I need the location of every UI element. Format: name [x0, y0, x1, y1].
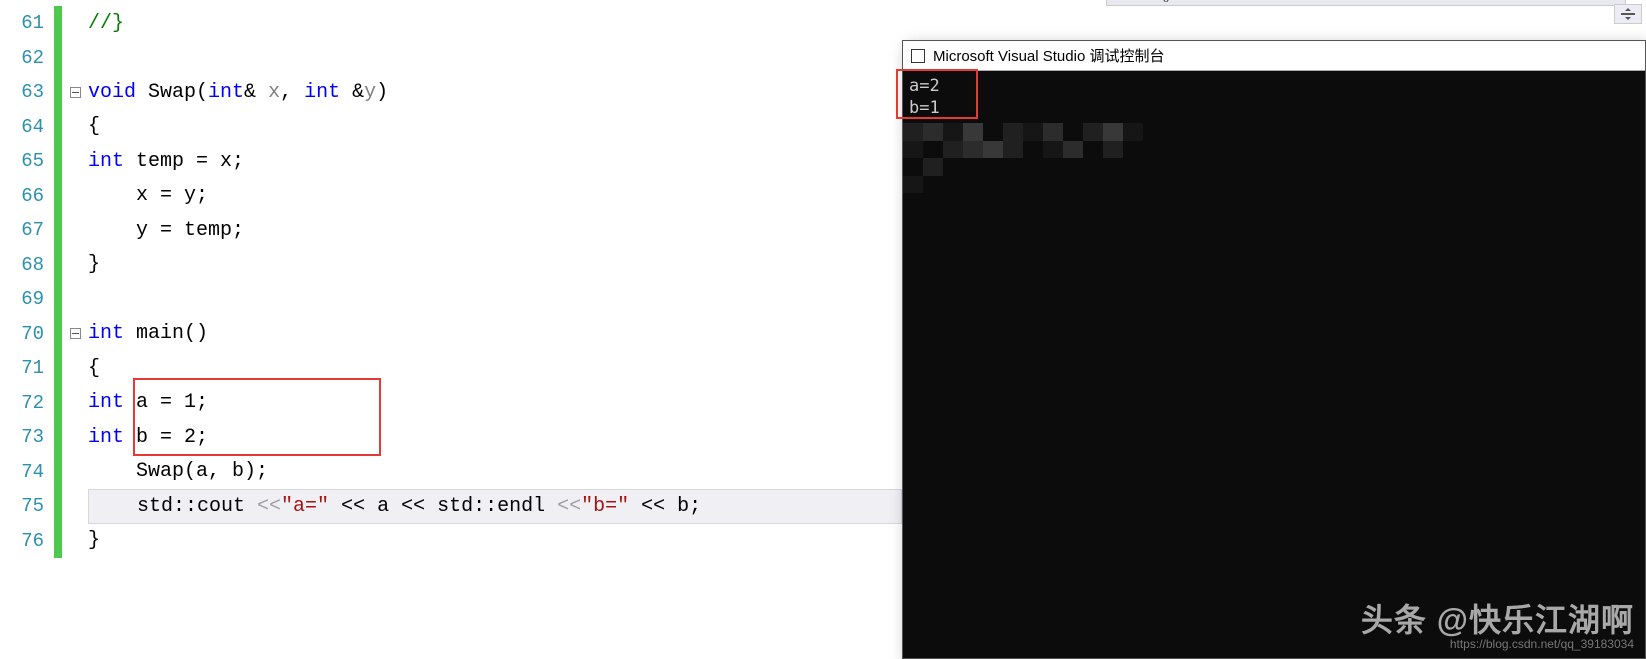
split-icon: [1621, 8, 1635, 20]
console-output-line: b=1: [909, 97, 1639, 119]
line-number: 69: [0, 288, 54, 310]
change-marker: [54, 317, 62, 352]
line-number: 73: [0, 426, 54, 448]
change-marker: [54, 489, 62, 524]
line-number: 72: [0, 392, 54, 414]
line-number: 70: [0, 323, 54, 345]
change-marker: [54, 282, 62, 317]
code-text[interactable]: Swap(a, b);: [88, 455, 902, 490]
debug-console-window[interactable]: Microsoft Visual Studio 调试控制台 a=2b=1: [902, 40, 1646, 659]
console-body[interactable]: a=2b=1: [903, 71, 1645, 658]
line-number: 75: [0, 495, 54, 517]
code-text[interactable]: int b = 2;: [88, 420, 902, 455]
line-number: 71: [0, 357, 54, 379]
code-line[interactable]: 71 {: [0, 351, 902, 386]
line-number: 62: [0, 47, 54, 69]
code-text[interactable]: int main(): [88, 317, 902, 352]
code-line[interactable]: 68}: [0, 248, 902, 283]
code-line[interactable]: 62: [0, 41, 902, 76]
code-text[interactable]: {: [88, 351, 902, 386]
line-number: 67: [0, 219, 54, 241]
code-text[interactable]: }: [88, 248, 902, 283]
fold-toggle-icon[interactable]: [70, 87, 81, 98]
change-marker: [54, 524, 62, 559]
line-number: 65: [0, 150, 54, 172]
console-titlebar[interactable]: Microsoft Visual Studio 调试控制台: [903, 41, 1645, 71]
code-text[interactable]: int a = 1;: [88, 386, 902, 421]
scope-label: (全局范围): [460, 0, 525, 2]
code-line[interactable]: 72 int a = 1;: [0, 386, 902, 421]
code-text[interactable]: std::cout << "a=" << a << std::endl << "…: [88, 489, 902, 524]
fold-toggle-icon[interactable]: [70, 328, 81, 339]
fold-gutter[interactable]: [62, 87, 88, 98]
line-number: 66: [0, 185, 54, 207]
code-text[interactable]: //}: [88, 6, 902, 41]
code-line[interactable]: 61 //}: [0, 6, 902, 41]
line-number: 68: [0, 254, 54, 276]
fold-gutter[interactable]: [62, 328, 88, 339]
code-line[interactable]: 76}: [0, 524, 902, 559]
function-dropdown[interactable]: main(): [1106, 0, 1626, 6]
code-text[interactable]: [88, 282, 902, 317]
code-line[interactable]: 70 int main(): [0, 317, 902, 352]
change-marker: [54, 41, 62, 76]
change-marker: [54, 248, 62, 283]
change-marker: [54, 179, 62, 214]
change-marker: [54, 6, 62, 41]
change-marker: [54, 455, 62, 490]
code-line[interactable]: 66 x = y;: [0, 179, 902, 214]
change-marker: [54, 110, 62, 145]
code-line[interactable]: 75 std::cout << "a=" << a << std::endl <…: [0, 489, 902, 524]
code-line[interactable]: 67 y = temp;: [0, 213, 902, 248]
line-number: 63: [0, 81, 54, 103]
change-marker: [54, 144, 62, 179]
code-line[interactable]: 74 Swap(a, b);: [0, 455, 902, 490]
change-marker: [54, 213, 62, 248]
code-line[interactable]: 73 int b = 2;: [0, 420, 902, 455]
line-number: 76: [0, 530, 54, 552]
split-view-button[interactable]: [1614, 4, 1642, 24]
code-text[interactable]: void Swap(int& x, int &y): [88, 75, 902, 110]
code-text[interactable]: }: [88, 524, 902, 559]
console-title-text: Microsoft Visual Studio 调试控制台: [933, 45, 1164, 66]
change-marker: [54, 75, 62, 110]
code-editor[interactable]: 61 //} 62 63 void Swap(int& x, int &y) 64 {65 …: [0, 6, 902, 656]
code-text[interactable]: x = y;: [88, 179, 902, 214]
code-line[interactable]: 69: [0, 282, 902, 317]
change-marker: [54, 351, 62, 386]
function-dropdown-label: main(): [1131, 0, 1171, 2]
line-number: 74: [0, 461, 54, 483]
change-marker: [54, 420, 62, 455]
console-output-line: a=2: [909, 75, 1639, 97]
code-line[interactable]: 65 int temp = x;: [0, 144, 902, 179]
code-line[interactable]: 63 void Swap(int& x, int &y): [0, 75, 902, 110]
console-icon: [911, 49, 925, 63]
line-number: 64: [0, 116, 54, 138]
change-marker: [54, 386, 62, 421]
code-text[interactable]: y = temp;: [88, 213, 902, 248]
code-text[interactable]: {: [88, 110, 902, 145]
code-text[interactable]: int temp = x;: [88, 144, 902, 179]
code-line[interactable]: 64 {: [0, 110, 902, 145]
line-number: 61: [0, 12, 54, 34]
redacted-region: [903, 123, 1143, 193]
code-text[interactable]: [88, 41, 902, 76]
